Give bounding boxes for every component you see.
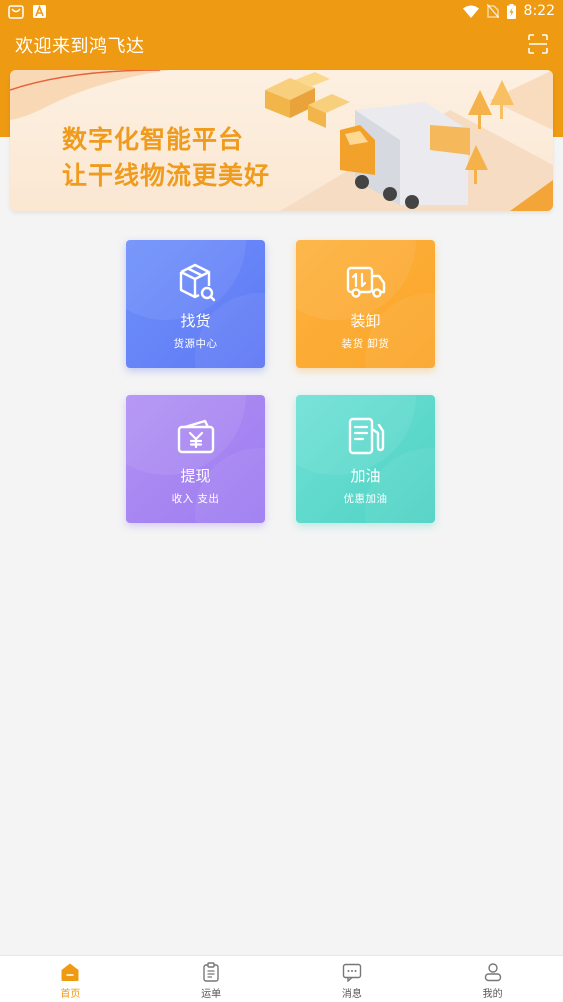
app-title: 欢迎来到鸿飞达	[15, 36, 145, 57]
card-title: 找货	[180, 312, 211, 330]
fuel-pump-icon	[348, 417, 385, 455]
nav-item-waybill[interactable]: 运单	[141, 956, 282, 1002]
load-unload-card[interactable]: 装卸 装货 卸货	[296, 240, 435, 368]
nav-item-home[interactable]: 首页	[0, 956, 141, 1002]
no-sim-icon	[486, 4, 499, 18]
card-title: 提现	[180, 467, 211, 485]
bottom-navigation: 首页 运单 消息 我的	[0, 955, 563, 1002]
card-title: 加油	[350, 467, 381, 485]
nav-item-mine[interactable]: 我的	[422, 956, 563, 1002]
title-bar: 欢迎来到鸿飞达	[0, 24, 563, 68]
box-search-icon	[179, 263, 216, 302]
user-icon	[484, 963, 501, 982]
wallet-yen-icon	[177, 419, 215, 454]
app-root: 8:22 欢迎来到鸿飞达 数字化智能平台 让干线物流更美好 找货 货源中心 装卸…	[0, 0, 563, 1002]
status-left	[8, 4, 46, 19]
find-cargo-card[interactable]: 找货 货源中心	[126, 240, 265, 368]
card-subtitle: 装货 卸货	[341, 338, 390, 350]
truck-icon	[346, 266, 386, 298]
refuel-card[interactable]: 加油 优惠加油	[296, 395, 435, 523]
nav-label: 首页	[60, 989, 81, 1000]
nav-label: 运单	[201, 989, 222, 1000]
card-subtitle: 优惠加油	[343, 493, 388, 505]
card-subtitle: 货源中心	[173, 338, 218, 350]
nav-label: 我的	[482, 989, 503, 1000]
promo-banner[interactable]: 数字化智能平台 让干线物流更美好	[10, 70, 553, 211]
status-time: 8:22	[523, 3, 555, 19]
banner-subheadline: 让干线物流更美好	[62, 161, 271, 190]
card-subtitle: 收入 支出	[171, 493, 220, 505]
scan-icon	[528, 34, 548, 54]
boxes-graphic	[265, 72, 350, 128]
withdraw-card[interactable]: 提现 收入 支出	[126, 395, 265, 523]
banner-headline: 数字化智能平台	[62, 125, 245, 154]
android-a-icon	[33, 5, 46, 18]
card-title: 装卸	[350, 312, 381, 330]
home-icon	[61, 963, 79, 981]
status-bar: 8:22	[0, 0, 563, 24]
wifi-icon	[462, 5, 479, 18]
shopping-bag-icon	[8, 5, 24, 19]
clipboard-icon	[203, 962, 219, 982]
status-right: 8:22	[462, 3, 555, 19]
message-icon	[342, 963, 362, 982]
nav-item-messages[interactable]: 消息	[282, 956, 423, 1002]
nav-label: 消息	[341, 989, 362, 1000]
scan-button[interactable]	[527, 33, 549, 55]
battery-icon	[506, 3, 516, 19]
